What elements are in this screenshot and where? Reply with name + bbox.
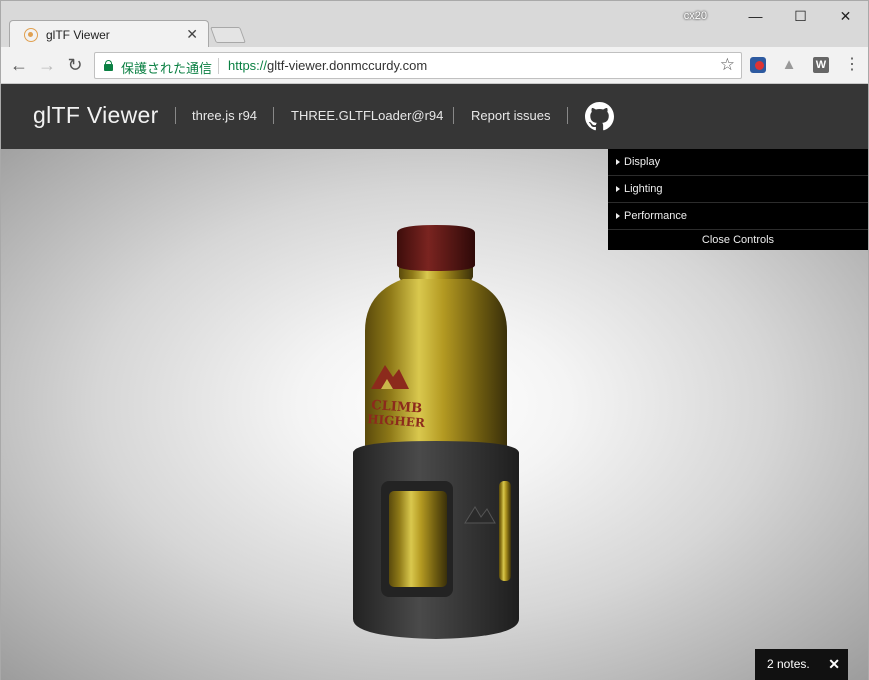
address-separator: [218, 58, 219, 74]
url-text[interactable]: https://gltf-viewer.donmccurdy.com: [228, 58, 427, 73]
app-title: glTF Viewer: [33, 102, 159, 128]
browser-tab[interactable]: glTF Viewer ✕: [9, 20, 209, 48]
w-extension-icon[interactable]: W: [813, 57, 829, 73]
header-divider: [567, 107, 568, 124]
notes-badge[interactable]: 2 notes. ✕: [755, 649, 848, 680]
maximize-button[interactable]: ☐: [778, 1, 823, 31]
hat-extension-icon[interactable]: ▲: [781, 57, 797, 73]
url-host: gltf-viewer.donmccurdy.com: [267, 58, 428, 73]
threejs-version-link[interactable]: three.js r94: [192, 108, 257, 123]
gltfloader-version-link[interactable]: THREE.GLTFLoader@r94: [291, 108, 443, 123]
url-scheme: https://: [228, 58, 268, 73]
close-controls-button[interactable]: Close Controls: [608, 230, 868, 250]
notes-label[interactable]: 2 notes.: [767, 649, 810, 680]
back-button[interactable]: ←: [9, 55, 29, 75]
bookmark-star-icon[interactable]: ☆: [720, 55, 735, 75]
reload-button[interactable]: ↻: [65, 55, 85, 75]
address-bar[interactable]: 保護された通信 https://gltf-viewer.donmccurdy.c…: [94, 52, 742, 79]
new-tab-button[interactable]: [210, 27, 246, 43]
gltf-favicon-icon: [24, 28, 38, 42]
lock-icon[interactable]: [104, 60, 113, 71]
header-divider: [273, 107, 274, 124]
secure-connection-label[interactable]: 保護された通信: [121, 58, 212, 77]
tab-title: glTF Viewer: [46, 28, 110, 42]
profile-label[interactable]: cx20: [684, 10, 707, 22]
folder-display[interactable]: Display: [608, 149, 868, 176]
folder-performance[interactable]: Performance: [608, 203, 868, 230]
bottle-model[interactable]: CLIMB HIGHER: [331, 219, 541, 644]
browser-menu-icon[interactable]: ⋮: [844, 56, 860, 74]
notes-close-icon[interactable]: ✕: [828, 649, 840, 680]
app-header: glTF Viewer three.js r94 THREE.GLTFLoade…: [0, 84, 869, 149]
header-divider: [175, 107, 176, 124]
tab-close-icon[interactable]: ✕: [186, 26, 198, 43]
header-divider: [453, 107, 454, 124]
browser-toolbar: ← → ↻ 保護された通信 https://gltf-viewer.donmcc…: [0, 47, 869, 84]
report-issues-link[interactable]: Report issues: [471, 108, 550, 123]
title-bar: glTF Viewer ✕ cx20 — ☐ ✕: [0, 0, 869, 48]
github-icon[interactable]: [585, 102, 614, 131]
close-window-button[interactable]: ✕: [823, 1, 868, 31]
minimize-button[interactable]: —: [733, 1, 778, 31]
window-controls: cx20 — ☐ ✕: [684, 1, 868, 31]
folder-lighting[interactable]: Lighting: [608, 176, 868, 203]
forward-button[interactable]: →: [37, 55, 57, 75]
controls-panel: Display Lighting Performance Close Contr…: [608, 149, 868, 250]
shield-extension-icon[interactable]: [750, 57, 766, 73]
